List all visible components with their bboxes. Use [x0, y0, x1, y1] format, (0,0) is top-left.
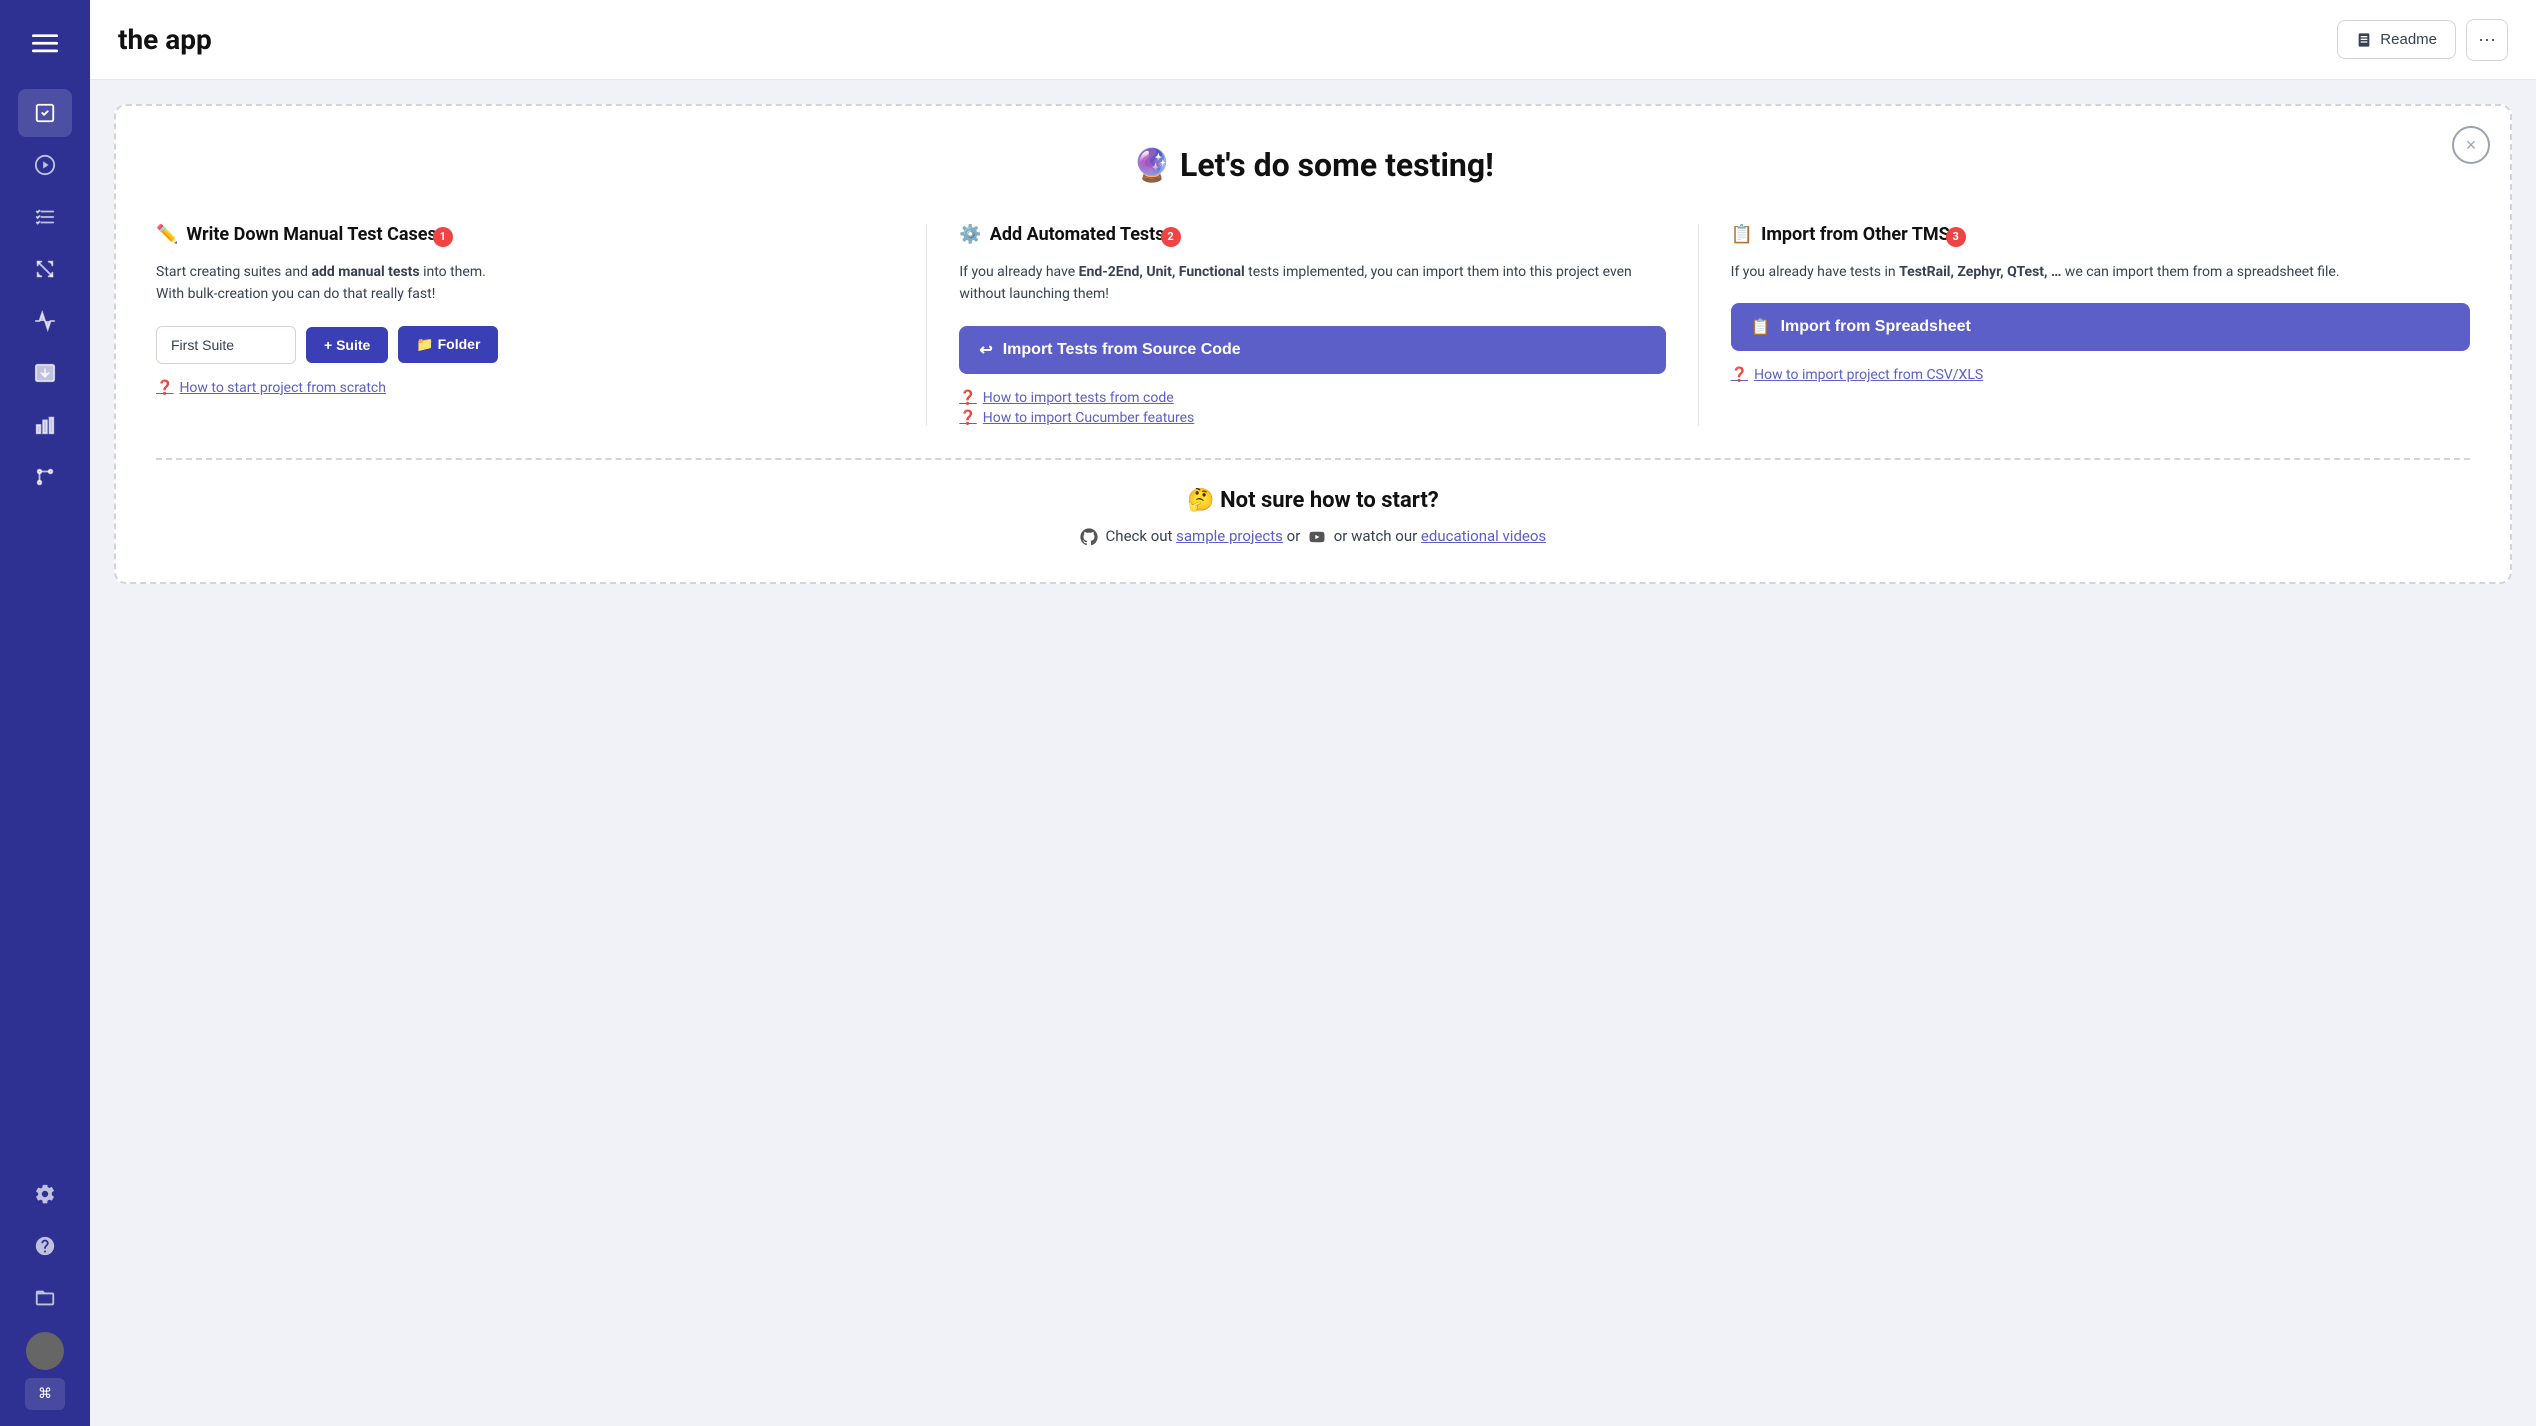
col2-badge: 2: [1161, 227, 1181, 247]
help-link-cucumber[interactable]: ❓ How to import Cucumber features: [959, 410, 1665, 426]
sidebar-bottom: ⌘: [18, 1170, 72, 1410]
add-folder-button[interactable]: 📁 Folder: [398, 326, 498, 363]
col2-desc: If you already have End-2End, Unit, Func…: [959, 261, 1665, 306]
hamburger-icon[interactable]: [18, 16, 72, 75]
youtube-icon: [1308, 528, 1326, 546]
main-content: the app Readme ··· × 🔮 Let's do some tes…: [90, 0, 2536, 1426]
col1-help-links: ❓ How to start project from scratch: [156, 380, 894, 396]
sidebar-item-tasks[interactable]: [18, 89, 72, 137]
content-area: × 🔮 Let's do some testing! ✏️ Write Down…: [90, 80, 2536, 1426]
help-link-csv-xls[interactable]: ❓ How to import project from CSV/XLS: [1731, 367, 2470, 383]
suite-name-input[interactable]: [156, 326, 296, 364]
keyboard-shortcut[interactable]: ⌘: [25, 1378, 65, 1410]
readme-icon: [2356, 32, 2372, 48]
three-columns: ✏️ Write Down Manual Test Cases 1 Start …: [156, 224, 2470, 426]
educational-videos-link[interactable]: educational videos: [1421, 527, 1546, 545]
col2-icon: ⚙️: [959, 224, 981, 245]
help-icon-1: ❓: [156, 380, 173, 396]
col3-badge: 3: [1946, 227, 1966, 247]
col1-badge: 1: [433, 227, 453, 247]
col1-desc: Start creating suites and add manual tes…: [156, 261, 894, 306]
sidebar-item-import[interactable]: [18, 349, 72, 397]
col2-title: ⚙️ Add Automated Tests 2: [959, 224, 1665, 245]
help-icon-2b: ❓: [959, 410, 976, 426]
sidebar-item-branch[interactable]: [18, 453, 72, 501]
sidebar-item-analytics[interactable]: [18, 297, 72, 345]
col2-help-links: ❓ How to import tests from code ❓ How to…: [959, 390, 1665, 426]
sidebar: ⌘: [0, 0, 90, 1426]
sidebar-item-testcases[interactable]: [18, 193, 72, 241]
sidebar-item-files[interactable]: [18, 1274, 72, 1322]
col1-input-row: + Suite 📁 Folder: [156, 326, 894, 364]
col3-icon: 📋: [1731, 224, 1753, 245]
col3-title: 📋 Import from Other TMS 3: [1731, 224, 2470, 245]
welcome-emoji: 🔮: [1132, 146, 1172, 184]
import-from-source-button[interactable]: ↩ Import Tests from Source Code: [959, 326, 1665, 374]
sidebar-item-settings[interactable]: [18, 1170, 72, 1218]
bottom-section: 🤔 Not sure how to start? Check out sampl…: [156, 488, 2470, 546]
help-icon-2a: ❓: [959, 390, 976, 406]
welcome-title: 🔮 Let's do some testing!: [156, 146, 2470, 184]
bottom-title: 🤔 Not sure how to start?: [156, 488, 2470, 513]
col3-desc: If you already have tests in TestRail, Z…: [1731, 261, 2470, 283]
sidebar-item-charts[interactable]: [18, 401, 72, 449]
import-spreadsheet-icon: 📋: [1751, 317, 1771, 337]
bottom-desc: Check out sample projects or or watch ou…: [156, 527, 2470, 546]
sample-projects-link[interactable]: sample projects: [1176, 527, 1283, 545]
welcome-title-text: Let's do some testing!: [1180, 146, 1494, 184]
section-divider: [156, 458, 2470, 460]
sidebar-item-run[interactable]: [18, 141, 72, 189]
help-icon-3: ❓: [1731, 367, 1748, 383]
sidebar-item-steps[interactable]: [18, 245, 72, 293]
col1-title: ✏️ Write Down Manual Test Cases 1: [156, 224, 894, 245]
thinking-emoji: 🤔: [1187, 488, 1214, 513]
col-manual-tests: ✏️ Write Down Manual Test Cases 1 Start …: [156, 224, 927, 426]
header-actions: Readme ···: [2337, 19, 2508, 61]
col1-icon: ✏️: [156, 224, 178, 245]
add-suite-button[interactable]: + Suite: [306, 327, 388, 363]
welcome-card: × 🔮 Let's do some testing! ✏️ Write Down…: [114, 104, 2512, 584]
page-title: the app: [118, 23, 2337, 56]
col-import-tms: 📋 Import from Other TMS 3 If you already…: [1699, 224, 2470, 426]
readme-button[interactable]: Readme: [2337, 20, 2456, 59]
header: the app Readme ···: [90, 0, 2536, 80]
help-link-tests-from-code[interactable]: ❓ How to import tests from code: [959, 390, 1665, 406]
col3-help-links: ❓ How to import project from CSV/XLS: [1731, 367, 2470, 383]
import-from-spreadsheet-button[interactable]: 📋 Import from Spreadsheet: [1731, 303, 2470, 351]
col-automated-tests: ⚙️ Add Automated Tests 2 If you already …: [927, 224, 1698, 426]
sidebar-item-help[interactable]: [18, 1222, 72, 1270]
import-source-icon: ↩: [979, 340, 992, 360]
help-link-scratch[interactable]: ❓ How to start project from scratch: [156, 380, 894, 396]
close-button[interactable]: ×: [2452, 126, 2490, 164]
more-options-button[interactable]: ···: [2466, 19, 2508, 61]
avatar[interactable]: [26, 1332, 64, 1370]
github-icon: [1080, 528, 1098, 546]
